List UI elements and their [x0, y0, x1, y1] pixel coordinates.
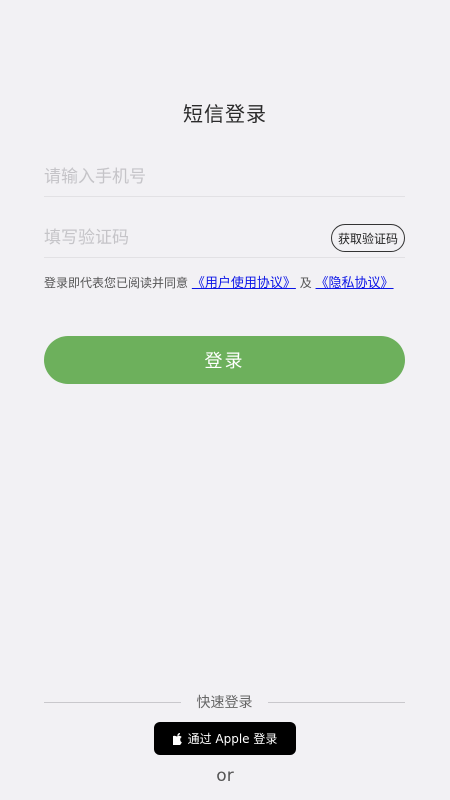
- verification-code-input[interactable]: [44, 218, 324, 258]
- apple-login-label: 通过 Apple 登录: [187, 732, 278, 746]
- phone-input[interactable]: [44, 157, 324, 197]
- agreement-text: 登录即代表您已阅读并同意 《用户使用协议》 及 《隐私协议》: [44, 272, 406, 295]
- quick-login-divider: 快速登录: [44, 692, 405, 714]
- get-code-button[interactable]: 获取验证码: [331, 224, 405, 252]
- privacy-policy-link[interactable]: 《隐私协议》: [316, 276, 394, 291]
- phone-field: [44, 157, 405, 197]
- apple-login-button[interactable]: 通过 Apple 登录: [154, 722, 296, 755]
- login-button[interactable]: 登录: [44, 336, 405, 384]
- quick-login-label: 快速登录: [196, 695, 253, 711]
- or-label: or: [216, 766, 234, 786]
- agreement-prefix: 登录即代表您已阅读并同意: [44, 276, 189, 290]
- apple-icon: [172, 732, 183, 745]
- user-agreement-link[interactable]: 《用户使用协议》: [192, 276, 296, 291]
- code-field: 获取验证码: [44, 218, 405, 258]
- page-title: 短信登录: [183, 102, 267, 126]
- divider-line-right: [268, 702, 405, 703]
- agreement-and: 及: [299, 276, 312, 290]
